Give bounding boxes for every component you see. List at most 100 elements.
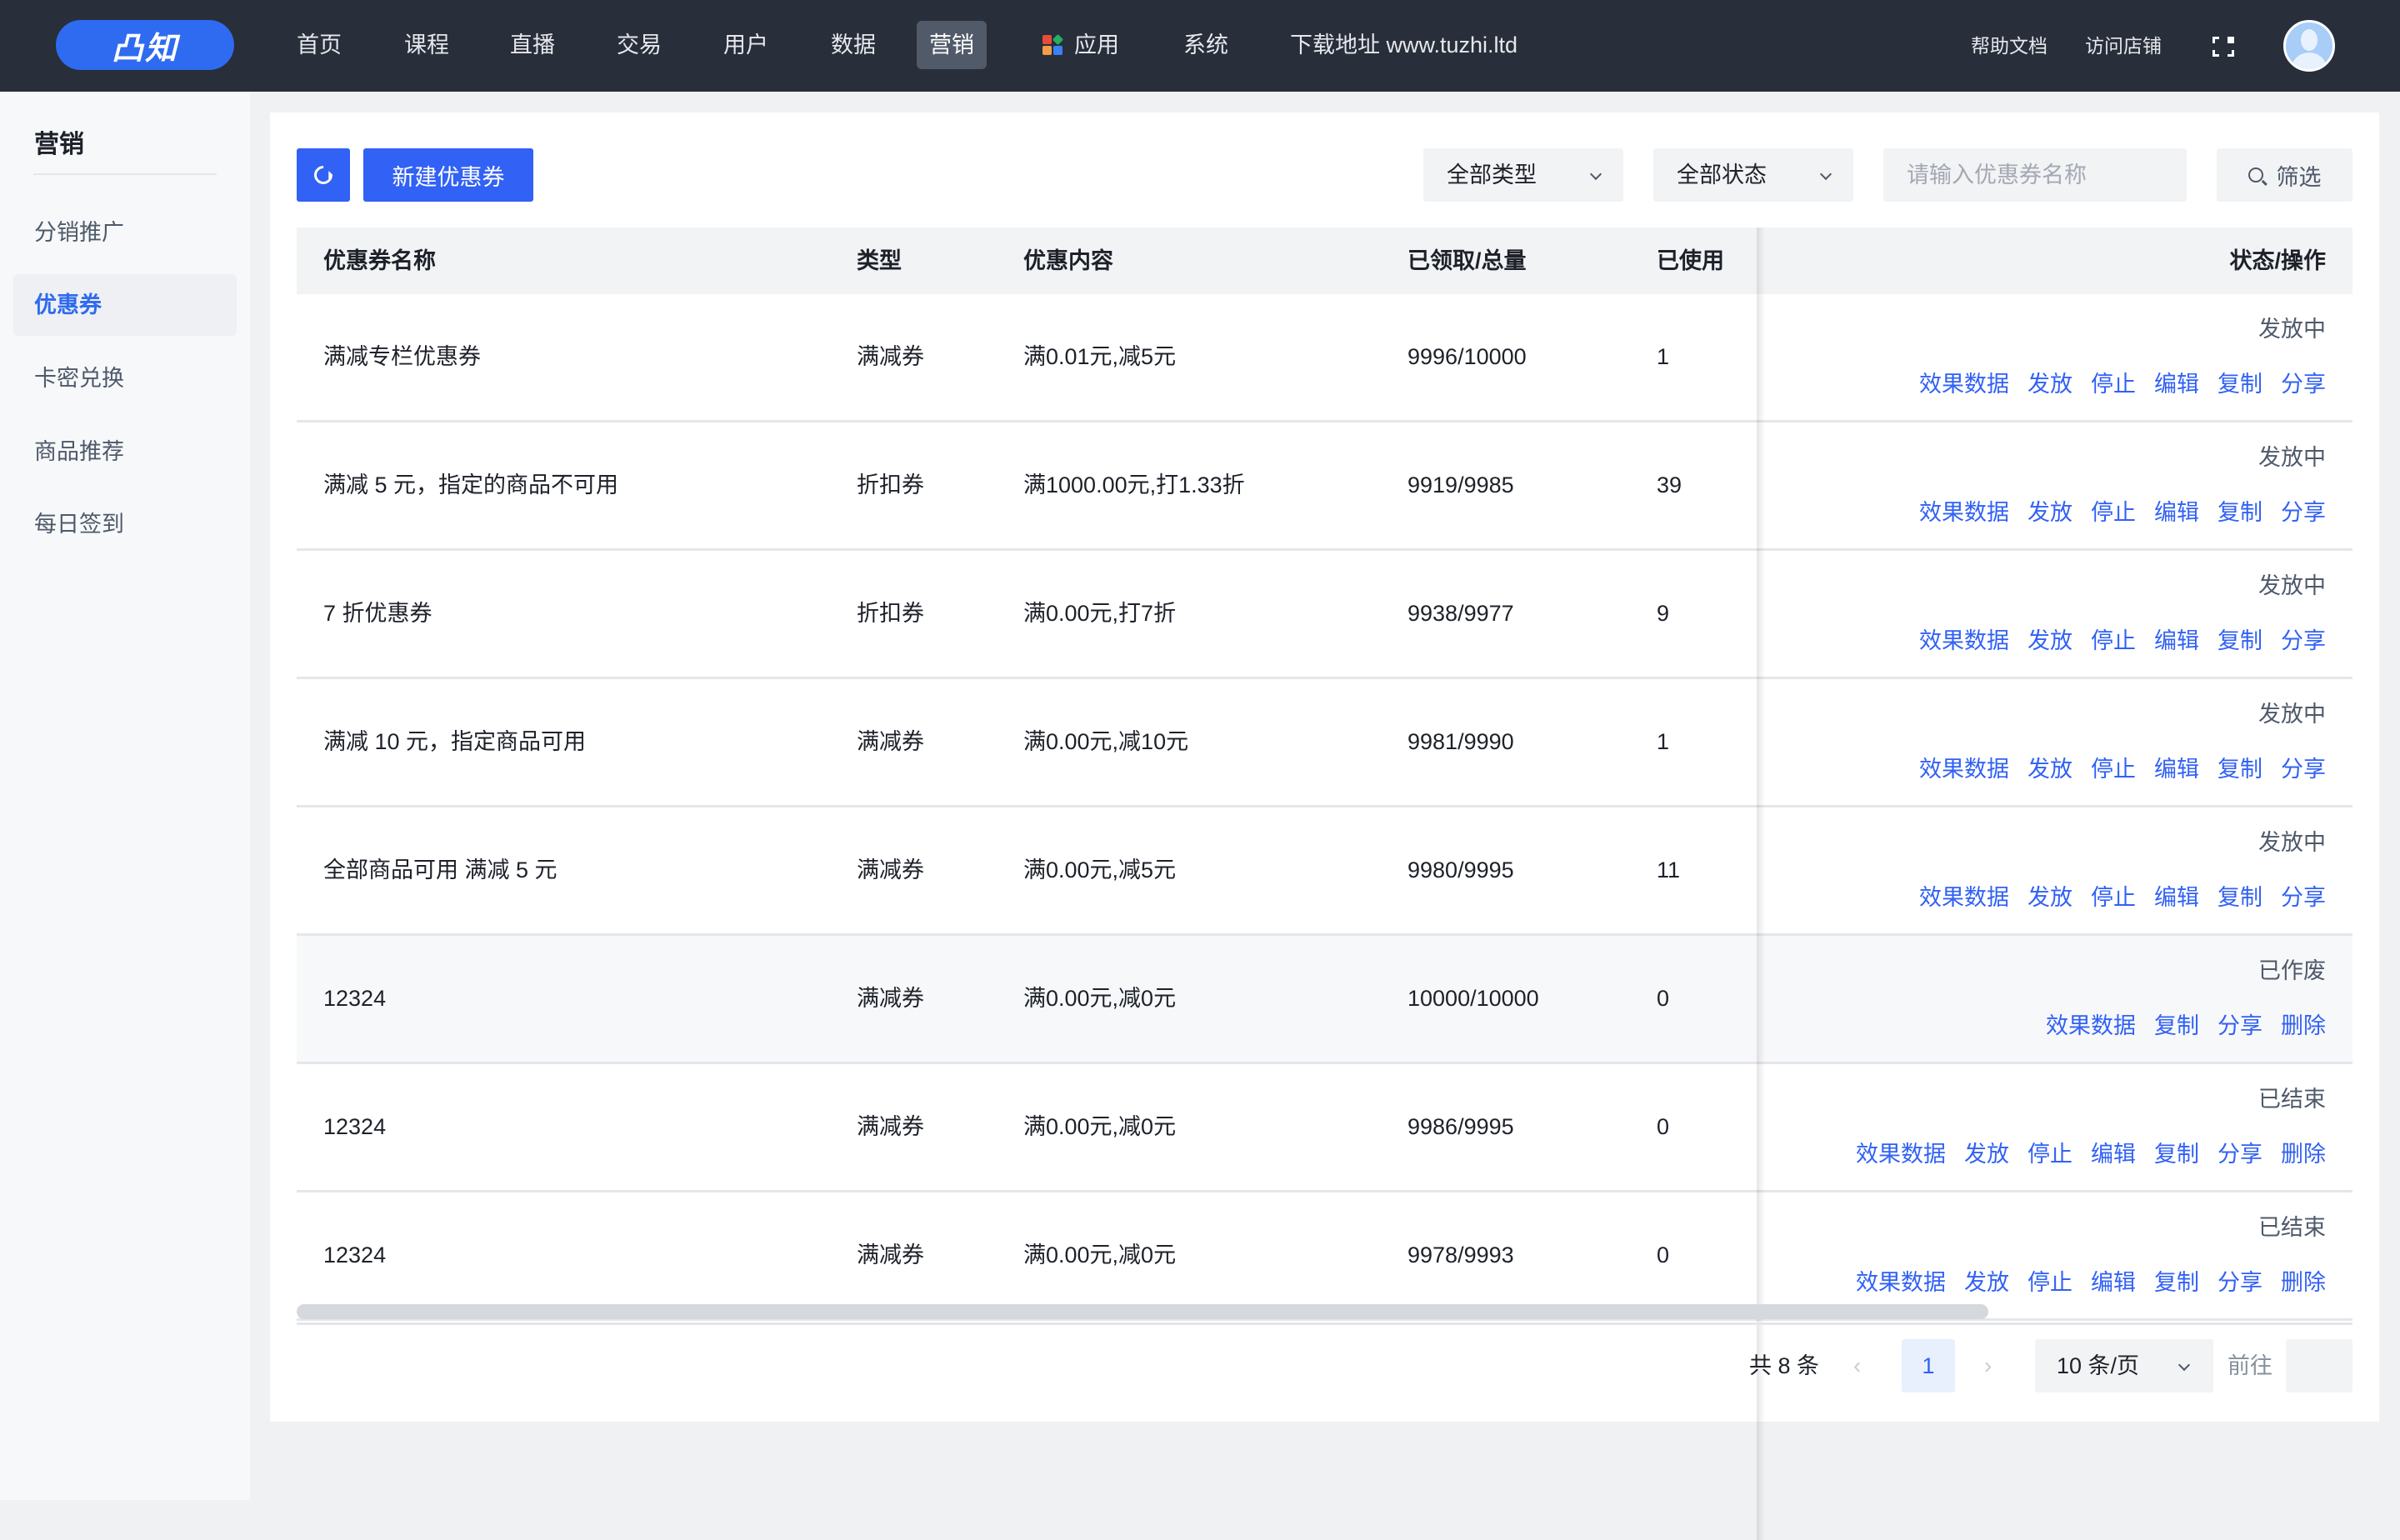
stats-link[interactable]: 效果数据 — [1919, 366, 2009, 398]
coupon-name-cell: 12324 — [323, 1242, 387, 1268]
table-row: 12324 满减券 满0.00元,减0元 9978/9993 0 已结束 效果数据 发放 停止编… — [297, 1192, 2352, 1321]
pagination-prev-button[interactable]: ‹ — [1853, 1339, 1861, 1392]
nav-item-courses[interactable]: 课程 — [392, 21, 462, 69]
nav-item-apps[interactable]: 应用 — [1030, 21, 1132, 69]
coupon-used-cell: 11 — [1657, 858, 1681, 882]
stats-link[interactable]: 效果数据 — [1856, 1264, 1946, 1297]
edit-link[interactable]: 编辑 — [2154, 622, 2199, 655]
coupon-claimed-cell: 9981/9990 — [1408, 729, 1514, 754]
goto-page-input[interactable] — [2286, 1339, 2352, 1392]
content-card: 新建优惠券 全部类型 全部状态 筛选 优惠券名称 类型 优惠内容 已领取/总量 … — [270, 112, 2379, 1540]
copy-link[interactable]: 复制 — [2218, 494, 2262, 527]
horizontal-scrollbar[interactable] — [297, 1302, 2352, 1321]
stop-link[interactable]: 停止 — [2091, 494, 2136, 527]
coupon-used-cell: 0 — [1657, 986, 1670, 1011]
help-docs-link[interactable]: 帮助文档 — [1971, 30, 2048, 58]
share-link[interactable]: 分享 — [2218, 1264, 2262, 1297]
copy-link[interactable]: 复制 — [2218, 879, 2262, 912]
issue-link[interactable]: 发放 — [2028, 366, 2072, 398]
share-link[interactable]: 分享 — [2281, 494, 2326, 527]
coupon-type-cell: 满减券 — [857, 344, 924, 369]
sidebar-item-daily-checkin[interactable]: 每日签到 — [13, 493, 237, 555]
coupon-content-cell: 满1000.00元,打1.33折 — [1023, 472, 1245, 498]
delete-link[interactable]: 删除 — [2281, 1136, 2326, 1168]
refresh-button[interactable] — [297, 148, 350, 202]
user-avatar-icon[interactable] — [2283, 20, 2335, 72]
stop-link[interactable]: 停止 — [2091, 751, 2136, 783]
coupon-claimed-cell: 9986/9995 — [1408, 1114, 1514, 1139]
sidebar-item-coupons[interactable]: 优惠券 — [13, 274, 237, 336]
issue-link[interactable]: 发放 — [2028, 879, 2072, 912]
stats-link[interactable]: 效果数据 — [1919, 879, 2009, 912]
fullscreen-icon[interactable] — [2212, 37, 2234, 57]
table-row: 满减 10 元，指定商品可用 满减券 满0.00元,减10元 9981/9990 1 发放… — [297, 679, 2352, 808]
page-size-select[interactable]: 10 条/页 — [2035, 1339, 2213, 1392]
nav-item-home[interactable]: 首页 — [284, 21, 354, 69]
issue-link[interactable]: 发放 — [1964, 1264, 2009, 1297]
stop-link[interactable]: 停止 — [2028, 1136, 2072, 1168]
copy-link[interactable]: 复制 — [2154, 1136, 2199, 1168]
stats-link[interactable]: 效果数据 — [2046, 1008, 2136, 1040]
stats-link[interactable]: 效果数据 — [1856, 1136, 1946, 1168]
nav-item-system[interactable]: 系统 — [1171, 21, 1241, 69]
sidebar-item-recommend[interactable]: 商品推荐 — [13, 421, 237, 482]
issue-link[interactable]: 发放 — [2028, 751, 2072, 783]
type-select[interactable]: 全部类型 — [1423, 148, 1623, 202]
logo[interactable]: 凸知 — [56, 20, 234, 70]
table-row: 12324 满减券 满0.00元,减0元 9986/9995 0 已结束 效果数据 发放 停止编… — [297, 1064, 2352, 1192]
coupon-claimed-cell: 9980/9995 — [1408, 858, 1514, 882]
delete-link[interactable]: 删除 — [2281, 1008, 2326, 1040]
sidebar-item-card-redeem[interactable]: 卡密兑换 — [13, 348, 237, 409]
stats-link[interactable]: 效果数据 — [1919, 494, 2009, 527]
nav-item-marketing[interactable]: 营销 — [917, 21, 987, 69]
nav-item-live[interactable]: 直播 — [498, 21, 568, 69]
pagination-page-1[interactable]: 1 — [1902, 1339, 1955, 1392]
nav-item-trade[interactable]: 交易 — [604, 21, 674, 69]
share-link[interactable]: 分享 — [2281, 751, 2326, 783]
nav-item-data[interactable]: 数据 — [818, 21, 888, 69]
coupon-content-cell: 满0.00元,减0元 — [1023, 1242, 1177, 1268]
filter-button[interactable]: 筛选 — [2217, 148, 2352, 202]
share-link[interactable]: 分享 — [2281, 879, 2326, 912]
share-link[interactable]: 分享 — [2281, 622, 2326, 655]
copy-link[interactable]: 复制 — [2218, 622, 2262, 655]
copy-link[interactable]: 复制 — [2154, 1264, 2199, 1297]
share-link[interactable]: 分享 — [2281, 366, 2326, 398]
edit-link[interactable]: 编辑 — [2154, 366, 2199, 398]
coupon-table: 优惠券名称 类型 优惠内容 已领取/总量 已使用 状态/操作 满减专栏优惠券 满减… — [297, 228, 2352, 1540]
issue-link[interactable]: 发放 — [2028, 494, 2072, 527]
share-link[interactable]: 分享 — [2218, 1008, 2262, 1040]
coupon-name-cell: 7 折优惠券 — [323, 601, 432, 626]
status-badge: 发放中 — [2258, 317, 2326, 342]
stats-link[interactable]: 效果数据 — [1919, 622, 2009, 655]
copy-link[interactable]: 复制 — [2218, 366, 2262, 398]
sidebar-item-distribution[interactable]: 分销推广 — [13, 202, 237, 263]
edit-link[interactable]: 编辑 — [2154, 494, 2199, 527]
edit-link[interactable]: 编辑 — [2091, 1136, 2136, 1168]
coupon-search-input[interactable] — [1883, 148, 2187, 202]
stats-link[interactable]: 效果数据 — [1919, 751, 2009, 783]
status-select[interactable]: 全部状态 — [1653, 148, 1853, 202]
visit-store-link[interactable]: 访问店铺 — [2085, 30, 2162, 58]
edit-link[interactable]: 编辑 — [2154, 879, 2199, 912]
scrollbar-thumb[interactable] — [297, 1304, 1988, 1319]
new-coupon-button[interactable]: 新建优惠券 — [363, 148, 533, 202]
copy-link[interactable]: 复制 — [2154, 1008, 2199, 1040]
stop-link[interactable]: 停止 — [2028, 1264, 2072, 1297]
edit-link[interactable]: 编辑 — [2154, 751, 2199, 783]
issue-link[interactable]: 发放 — [1964, 1136, 2009, 1168]
stop-link[interactable]: 停止 — [2091, 879, 2136, 912]
pagination-next-button[interactable]: › — [1984, 1339, 1992, 1392]
coupon-content-cell: 满0.00元,减0元 — [1023, 1114, 1177, 1139]
nav-item-download[interactable]: 下载地址 www.tuzhi.ltd — [1278, 21, 1530, 69]
issue-link[interactable]: 发放 — [2028, 622, 2072, 655]
column-header-content: 优惠内容 — [1023, 248, 1113, 273]
share-link[interactable]: 分享 — [2218, 1136, 2262, 1168]
nav-item-users[interactable]: 用户 — [711, 21, 781, 69]
delete-link[interactable]: 删除 — [2281, 1264, 2326, 1297]
copy-link[interactable]: 复制 — [2218, 751, 2262, 783]
stop-link[interactable]: 停止 — [2091, 366, 2136, 398]
coupon-used-cell: 1 — [1657, 344, 1670, 369]
stop-link[interactable]: 停止 — [2091, 622, 2136, 655]
edit-link[interactable]: 编辑 — [2091, 1264, 2136, 1297]
